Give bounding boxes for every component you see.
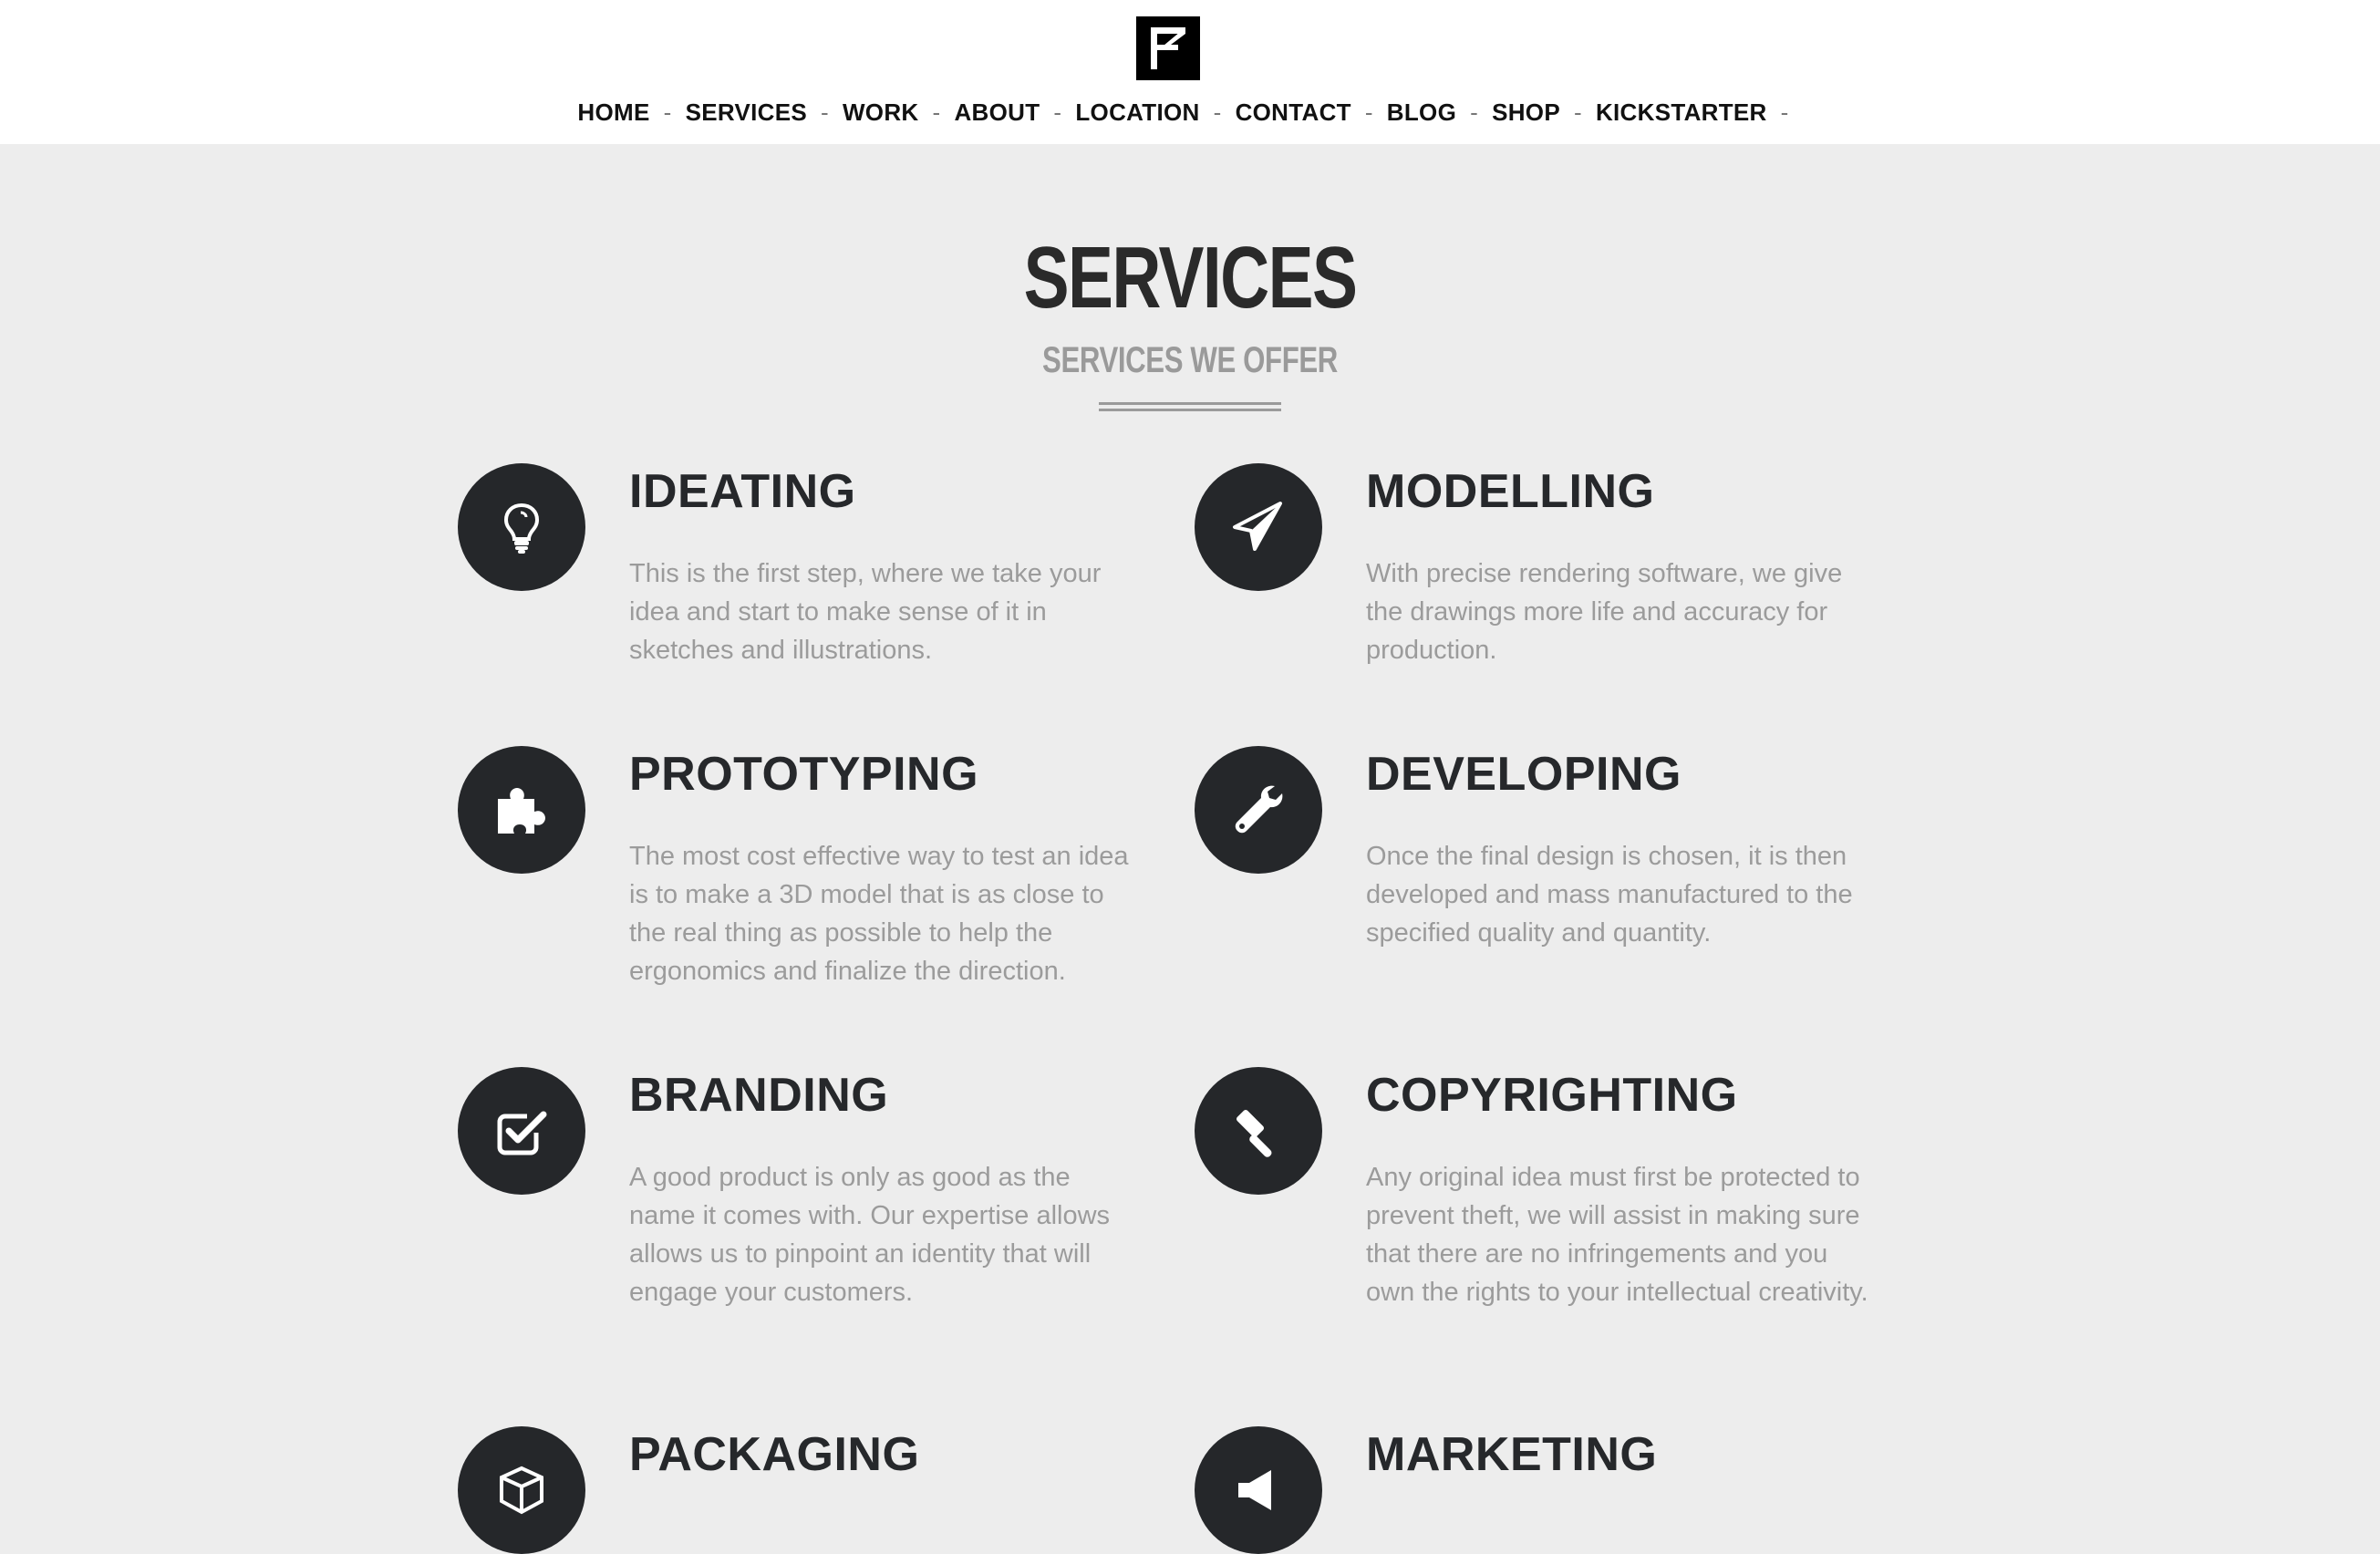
nav-item-about[interactable]: ABOUT: [954, 98, 1040, 126]
service-description: With precise rendering software, we give…: [1366, 559, 1843, 665]
service-description: The most cost effective way to test an i…: [629, 842, 1129, 986]
gavel-icon: [1195, 1067, 1322, 1195]
nav-item-kickstarter[interactable]: KICKSTARTER: [1596, 98, 1767, 126]
paper-plane-icon: [1195, 463, 1322, 591]
checkbox-icon: [458, 1067, 585, 1195]
service-description: Any original idea must first be protecte…: [1366, 1163, 1868, 1307]
box-icon: [458, 1426, 585, 1554]
service-description: A good product is only as good as the na…: [629, 1163, 1111, 1307]
page-title: SERVICES: [1023, 229, 1358, 326]
nav-item-home[interactable]: HOME: [577, 98, 649, 126]
nav-item-work[interactable]: WORK: [843, 98, 919, 126]
nav-item-shop[interactable]: SHOP: [1492, 98, 1560, 126]
service-title: DEVELOPING: [1366, 748, 1682, 801]
service-title: COPYRIGHTING: [1366, 1069, 1738, 1122]
nav-separator: -: [1364, 98, 1373, 126]
lightbulb-icon: [458, 463, 585, 591]
megaphone-icon: [1195, 1426, 1322, 1554]
nav-separator: -: [1053, 98, 1062, 126]
nav-item-blog[interactable]: BLOG: [1387, 98, 1456, 126]
service-description: Once the final design is chosen, it is t…: [1366, 842, 1853, 948]
title-divider: [1099, 402, 1281, 411]
nav-item-contact[interactable]: CONTACT: [1236, 98, 1351, 126]
page-subtitle: SERVICES WE OFFER: [1042, 340, 1338, 380]
nav-item-location[interactable]: LOCATION: [1075, 98, 1199, 126]
nav-separator: -: [1573, 98, 1582, 126]
puzzle-icon: [458, 746, 585, 874]
service-description: This is the first step, where we take yo…: [629, 559, 1102, 665]
service-title: IDEATING: [629, 465, 856, 518]
wrench-icon: [1195, 746, 1322, 874]
nav-separator: -: [1213, 98, 1222, 126]
nav-separator: -: [820, 98, 829, 126]
main-nav: HOME - SERVICES - WORK - ABOUT - LOCATION - CONTAC…: [0, 98, 2380, 135]
nav-separator: -: [1470, 98, 1479, 126]
service-title: MODELLING: [1366, 465, 1655, 518]
nav-separator: -: [663, 98, 672, 126]
service-title: PROTOTYPING: [629, 748, 979, 801]
service-title: MARKETING: [1366, 1428, 1658, 1481]
site-header: HOME - SERVICES - WORK - ABOUT - LOCATION - CONTAC…: [0, 0, 2380, 144]
service-title: PACKAGING: [629, 1428, 920, 1481]
logo-icon: [1136, 16, 1200, 80]
nav-separator: -: [1780, 98, 1789, 126]
service-title: BRANDING: [629, 1069, 889, 1122]
nav-item-services[interactable]: SERVICES: [686, 98, 807, 126]
nav-separator: -: [932, 98, 941, 126]
logo[interactable]: [1136, 16, 1200, 80]
